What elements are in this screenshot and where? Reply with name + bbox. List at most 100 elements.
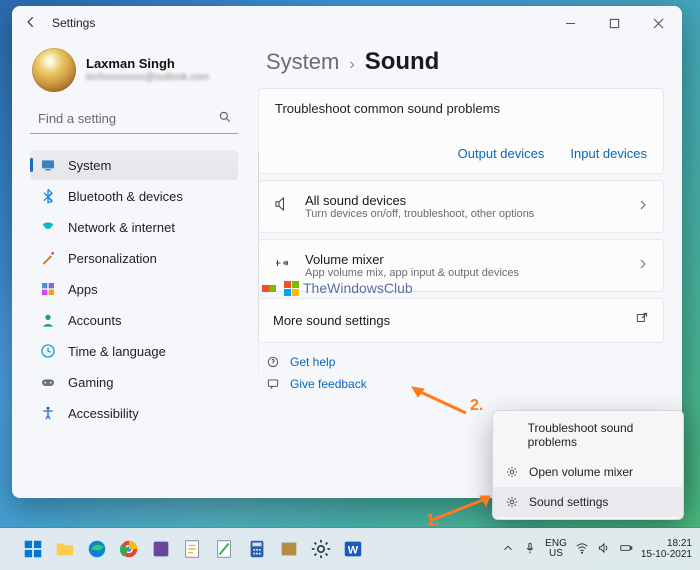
sidebar-item-personalization[interactable]: Personalization: [30, 243, 238, 273]
wifi-icon[interactable]: [575, 541, 589, 558]
back-icon[interactable]: [24, 15, 38, 32]
taskbar: W ENGUS 18:2115-10-2021: [0, 528, 700, 570]
calculator-icon[interactable]: [244, 536, 270, 562]
avatar: [32, 48, 76, 92]
breadcrumb: System › Sound: [258, 44, 664, 88]
profile-block[interactable]: Laxman Singh techxxxxxxxx@outlook.com: [30, 44, 238, 104]
file-explorer-icon[interactable]: [52, 536, 78, 562]
open-external-icon: [635, 311, 649, 330]
spacer: [505, 428, 518, 442]
system-tray: ENGUS 18:2115-10-2021: [501, 538, 692, 560]
chevron-right-icon: [637, 257, 649, 275]
profile-email: techxxxxxxxx@outlook.com: [86, 72, 209, 84]
apps-icon: [40, 281, 56, 297]
breadcrumb-parent[interactable]: System: [266, 49, 339, 75]
cm-open-mixer[interactable]: Open volume mixer: [493, 457, 683, 487]
menu-label: Sound settings: [529, 495, 608, 509]
gaming-icon: [40, 374, 56, 390]
sidebar-item-gaming[interactable]: Gaming: [30, 367, 238, 397]
troubleshoot-card: Troubleshoot common sound problems Outpu…: [258, 88, 664, 174]
volume-icon[interactable]: [597, 541, 611, 558]
start-button[interactable]: [20, 536, 46, 562]
svg-text:W: W: [348, 545, 359, 557]
troubleshoot-title: Troubleshoot common sound problems: [275, 101, 647, 116]
all-sound-devices-row[interactable]: All sound devices Turn devices on/off, t…: [258, 180, 664, 233]
sidebar-item-label: Bluetooth & devices: [68, 189, 183, 204]
sidebar-item-system[interactable]: System: [30, 150, 238, 180]
sidebar-item-bluetooth[interactable]: Bluetooth & devices: [30, 181, 238, 211]
system-icon: [40, 157, 56, 173]
gear-icon: [505, 495, 519, 509]
titlebar: Settings: [12, 6, 682, 40]
search-icon: [218, 110, 232, 127]
time-icon: [40, 343, 56, 359]
profile-name: Laxman Singh: [86, 56, 209, 72]
mixer-icon: [273, 254, 291, 277]
get-help-link[interactable]: Get help: [266, 355, 662, 369]
maximize-button[interactable]: [592, 6, 636, 40]
sidebar-item-label: Apps: [68, 282, 98, 297]
feedback-icon: [266, 377, 280, 391]
sidebar-item-label: Gaming: [68, 375, 114, 390]
menu-label: Troubleshoot sound problems: [528, 421, 671, 449]
edge-icon[interactable]: [84, 536, 110, 562]
row-title: All sound devices: [305, 193, 623, 208]
sidebar-item-apps[interactable]: Apps: [30, 274, 238, 304]
sidebar-item-network[interactable]: Network & internet: [30, 212, 238, 242]
personalization-icon: [40, 250, 56, 266]
sidebar-item-time[interactable]: Time & language: [30, 336, 238, 366]
language-indicator[interactable]: ENGUS: [545, 539, 567, 559]
row-title: Volume mixer: [305, 252, 623, 267]
output-devices-link[interactable]: Output devices: [458, 146, 545, 161]
app-icon[interactable]: [212, 536, 238, 562]
search-placeholder: Find a setting: [38, 111, 212, 126]
sidebar-item-label: Accessibility: [68, 406, 139, 421]
word-icon[interactable]: W: [340, 536, 366, 562]
menu-label: Open volume mixer: [529, 465, 633, 479]
breadcrumb-current: Sound: [365, 48, 440, 76]
close-button[interactable]: [636, 6, 680, 40]
link-label: Give feedback: [290, 377, 367, 391]
divider: [258, 152, 259, 426]
tray-chevron-up-icon[interactable]: [501, 541, 515, 558]
sidebar-item-accessibility[interactable]: Accessibility: [30, 398, 238, 428]
window-title: Settings: [52, 16, 95, 30]
sidebar-item-label: Accounts: [68, 313, 121, 328]
network-icon: [40, 219, 56, 235]
sidebar: Laxman Singh techxxxxxxxx@outlook.com Fi…: [12, 40, 248, 498]
sound-context-menu: Troubleshoot sound problems Open volume …: [492, 410, 684, 520]
sidebar-item-accounts[interactable]: Accounts: [30, 305, 238, 335]
row-subtitle: Turn devices on/off, troubleshoot, other…: [305, 208, 623, 220]
row-subtitle: App volume mix, app input & output devic…: [305, 267, 623, 279]
settings-icon[interactable]: [308, 536, 334, 562]
app-icon[interactable]: [180, 536, 206, 562]
volume-mixer-row[interactable]: Volume mixer App volume mix, app input &…: [258, 239, 664, 292]
sidebar-item-label: Time & language: [68, 344, 166, 359]
minimize-button[interactable]: [548, 6, 592, 40]
app-icon[interactable]: [276, 536, 302, 562]
search-input[interactable]: Find a setting: [30, 104, 238, 134]
gear-icon: [505, 465, 519, 479]
sidebar-item-label: Personalization: [68, 251, 157, 266]
app-icon[interactable]: [148, 536, 174, 562]
link-label: Get help: [290, 355, 335, 369]
help-icon: [266, 355, 280, 369]
chrome-icon[interactable]: [116, 536, 142, 562]
speaker-icon: [273, 195, 291, 218]
sidebar-item-label: System: [68, 158, 111, 173]
input-devices-link[interactable]: Input devices: [570, 146, 647, 161]
clock[interactable]: 18:2115-10-2021: [641, 538, 692, 560]
bluetooth-icon: [40, 188, 56, 204]
accessibility-icon: [40, 405, 56, 421]
taskbar-pinned: W: [20, 536, 366, 562]
sidebar-item-label: Network & internet: [68, 220, 175, 235]
cm-troubleshoot[interactable]: Troubleshoot sound problems: [493, 413, 683, 457]
chevron-right-icon: ›: [349, 56, 354, 74]
chevron-right-icon: [637, 198, 649, 216]
cm-sound-settings[interactable]: Sound settings: [493, 487, 683, 517]
battery-icon[interactable]: [619, 541, 633, 558]
accounts-icon: [40, 312, 56, 328]
microphone-icon[interactable]: [523, 541, 537, 558]
more-sound-settings-row[interactable]: More sound settings: [258, 298, 664, 343]
give-feedback-link[interactable]: Give feedback: [266, 377, 662, 391]
